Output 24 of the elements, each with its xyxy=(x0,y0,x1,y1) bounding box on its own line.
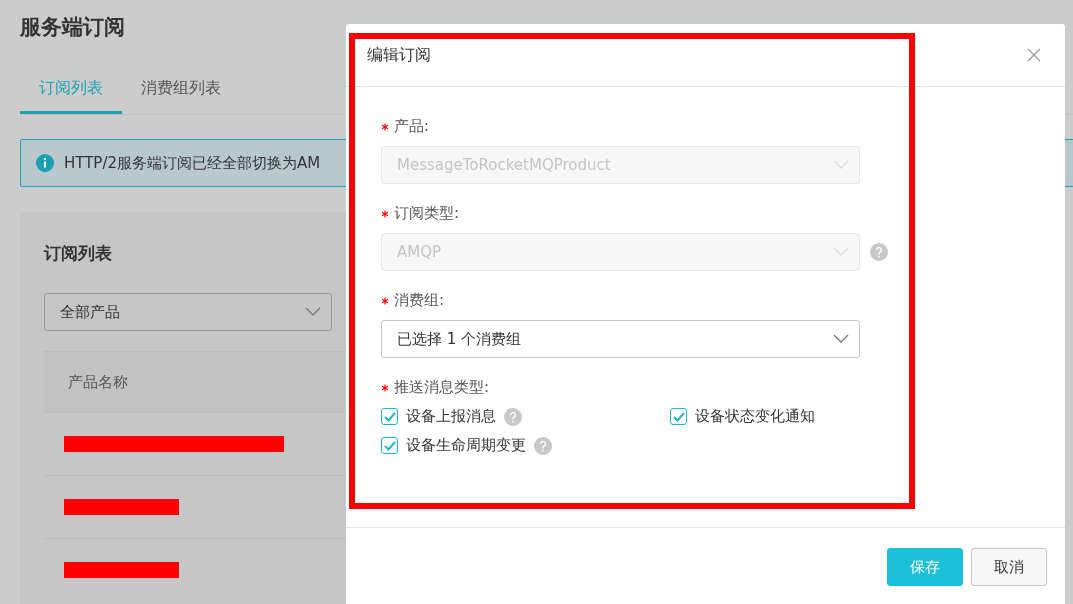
notice-text: HTTP/2服务端订阅已经全部切换为AM xyxy=(64,153,321,173)
cancel-button[interactable]: 取消 xyxy=(971,548,1047,586)
checkbox[interactable] xyxy=(381,408,398,425)
help-icon[interactable] xyxy=(504,407,522,426)
checkbox[interactable] xyxy=(381,437,398,454)
chevron-down-icon xyxy=(833,247,849,257)
page-title: 服务端订阅 xyxy=(20,14,125,41)
product-select[interactable]: 全部产品 xyxy=(44,293,332,331)
field-label: 订阅类型: xyxy=(394,204,460,223)
close-icon[interactable] xyxy=(1027,48,1041,62)
card-title: 订阅列表 xyxy=(44,242,112,265)
chevron-down-icon xyxy=(833,334,849,344)
help-icon[interactable] xyxy=(534,436,552,455)
checkbox-label: 设备生命周期变更 xyxy=(406,436,526,455)
select-field[interactable]: 已选择 1 个消费组 xyxy=(381,320,860,358)
field-label: 消费组: xyxy=(394,291,445,310)
info-icon xyxy=(36,154,54,172)
field-label: 推送消息类型: xyxy=(394,378,490,397)
checkbox[interactable] xyxy=(670,408,687,425)
tab[interactable]: 消费组列表 xyxy=(122,78,240,114)
dialog-title: 编辑订阅 xyxy=(367,44,431,66)
chevron-down-icon xyxy=(833,160,849,170)
chevron-down-icon xyxy=(305,307,321,317)
field-label: 产品: xyxy=(394,117,430,136)
